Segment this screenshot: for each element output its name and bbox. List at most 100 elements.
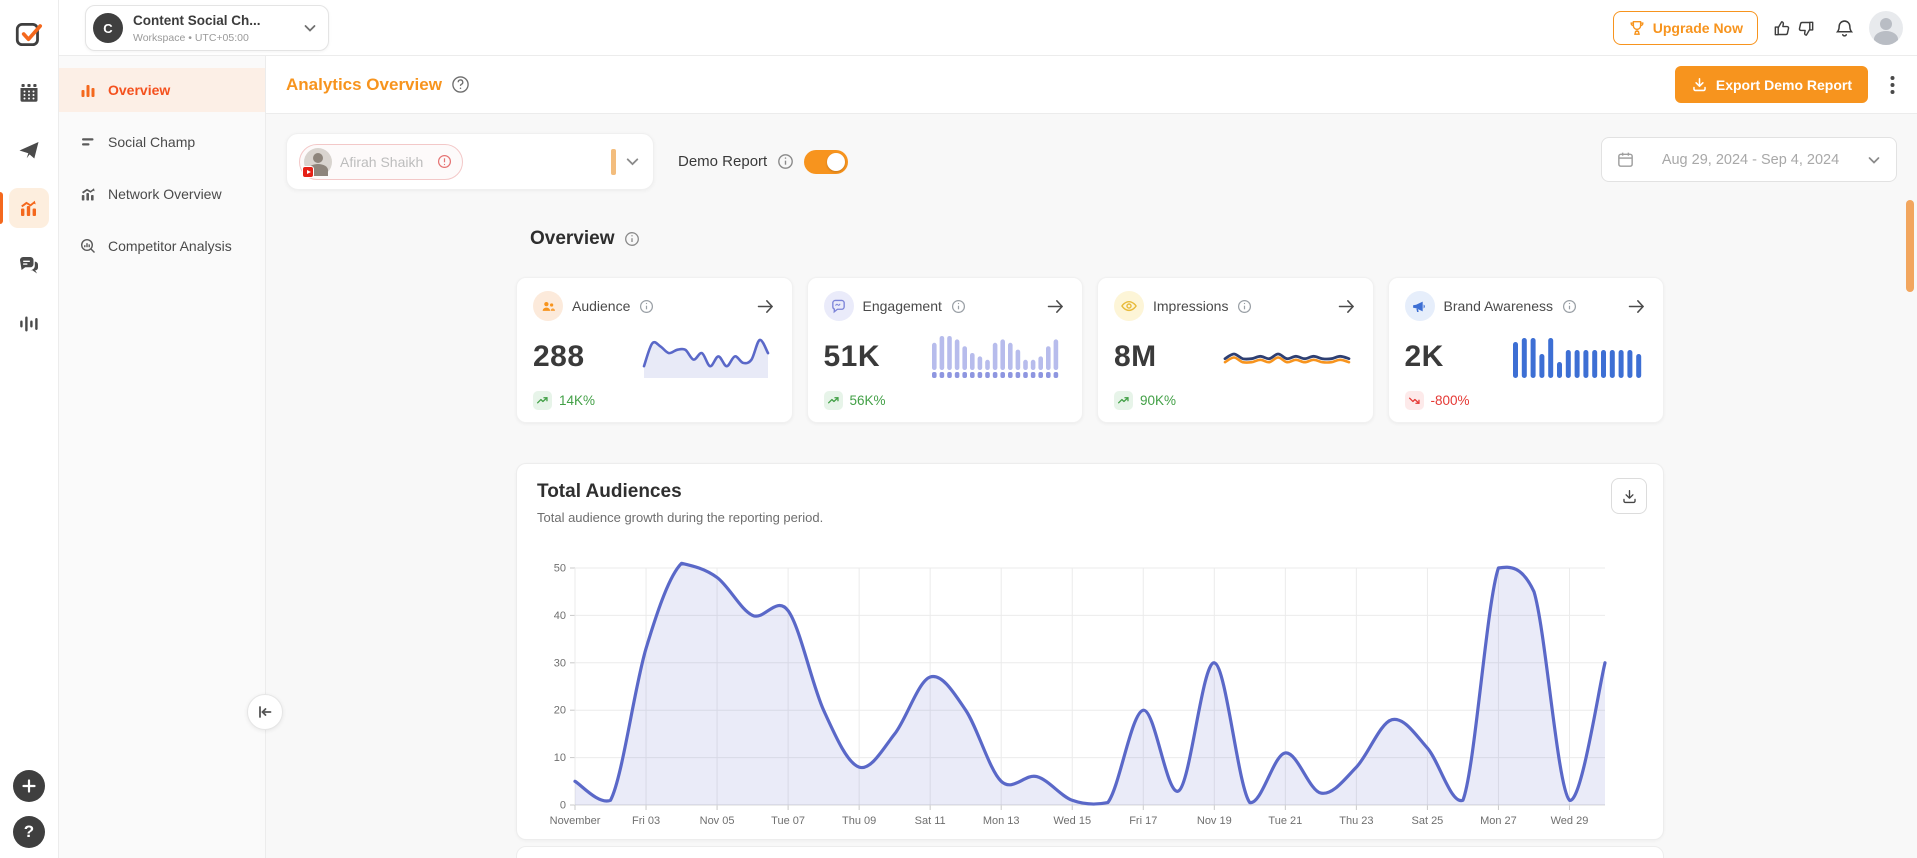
profile-selector[interactable]: Afirah Shaikh bbox=[286, 133, 654, 190]
overview-cards: Audience 288 14K% Engagement 51K 56K% Im… bbox=[516, 277, 1664, 423]
svg-text:Sat 11: Sat 11 bbox=[915, 815, 946, 827]
download-icon bbox=[1693, 77, 1706, 92]
sidebar-item-competitor-analysis[interactable]: Competitor Analysis bbox=[59, 224, 265, 268]
card-delta: 56K% bbox=[849, 393, 886, 408]
card-label: Engagement bbox=[862, 298, 942, 314]
overview-heading: Overview bbox=[530, 228, 640, 250]
calendar-icon bbox=[1616, 150, 1635, 169]
demo-report-toggle[interactable] bbox=[804, 149, 849, 174]
date-range-value: Aug 29, 2024 - Sep 4, 2024 bbox=[1661, 151, 1840, 168]
svg-text:30: 30 bbox=[554, 657, 566, 669]
calendar-icon[interactable] bbox=[9, 72, 49, 112]
overview-card-audience: Audience 288 14K% bbox=[516, 277, 793, 423]
info-icon[interactable] bbox=[639, 299, 654, 314]
topbar: C Content Social Ch... Workspace • UTC+0… bbox=[59, 0, 1917, 56]
chart-growth-icon bbox=[79, 185, 97, 203]
total-audiences-subtitle: Total audience growth during the reporti… bbox=[537, 510, 824, 525]
info-icon[interactable] bbox=[777, 153, 794, 170]
more-options-button[interactable] bbox=[1886, 71, 1899, 99]
arrow-right-icon[interactable] bbox=[755, 296, 776, 317]
publish-plane-icon[interactable] bbox=[9, 130, 49, 170]
add-button[interactable] bbox=[13, 770, 45, 802]
audience-sparkline bbox=[642, 338, 769, 378]
sidebar-item-social-champ[interactable]: Social Champ bbox=[59, 120, 265, 164]
inbox-chat-icon[interactable] bbox=[9, 246, 49, 286]
info-icon[interactable] bbox=[1562, 299, 1577, 314]
activity-icon[interactable] bbox=[9, 304, 49, 344]
svg-text:50: 50 bbox=[554, 563, 566, 575]
demo-report-label: Demo Report bbox=[678, 153, 768, 170]
export-demo-report-button[interactable]: Export Demo Report bbox=[1674, 66, 1868, 103]
arrow-right-icon[interactable] bbox=[1336, 296, 1357, 317]
info-icon[interactable] bbox=[1237, 299, 1252, 314]
sidebar-collapse-button[interactable] bbox=[247, 694, 283, 730]
bar-chart-icon bbox=[79, 81, 97, 99]
chart-download-button[interactable] bbox=[1611, 478, 1647, 514]
svg-text:40: 40 bbox=[554, 610, 566, 622]
people-icon bbox=[533, 291, 563, 321]
svg-text:Sat 25: Sat 25 bbox=[1412, 815, 1444, 827]
card-delta: 90K% bbox=[1140, 393, 1177, 408]
help-button[interactable]: ? bbox=[13, 816, 45, 848]
alert-icon bbox=[437, 154, 452, 169]
upgrade-now-button[interactable]: Upgrade Now bbox=[1612, 11, 1758, 45]
sidebar-item-label: Competitor Analysis bbox=[108, 238, 232, 254]
chevron-down-icon bbox=[624, 153, 641, 170]
arrow-right-icon[interactable] bbox=[1626, 296, 1647, 317]
svg-text:Wed 15: Wed 15 bbox=[1053, 815, 1091, 827]
arrow-right-icon[interactable] bbox=[1045, 296, 1066, 317]
svg-text:Wed 29: Wed 29 bbox=[1551, 815, 1589, 827]
download-icon bbox=[1622, 489, 1636, 503]
analytics-icon[interactable] bbox=[0, 188, 49, 228]
svg-text:Tue 07: Tue 07 bbox=[771, 815, 805, 827]
card-label: Brand Awareness bbox=[1443, 298, 1553, 314]
overview-card-engagement: Engagement 51K 56K% bbox=[806, 277, 1083, 423]
svg-text:0: 0 bbox=[560, 800, 566, 812]
date-range-picker[interactable]: Aug 29, 2024 - Sep 4, 2024 bbox=[1601, 137, 1897, 182]
info-icon[interactable] bbox=[624, 231, 640, 247]
icon-rail: ? bbox=[0, 0, 59, 858]
svg-text:Fri 17: Fri 17 bbox=[1129, 815, 1157, 827]
youtube-badge-icon bbox=[302, 165, 314, 178]
svg-text:Fri 03: Fri 03 bbox=[632, 815, 660, 827]
svg-text:Thu 09: Thu 09 bbox=[842, 815, 876, 827]
export-label: Export Demo Report bbox=[1715, 76, 1852, 93]
trend-down-icon bbox=[1404, 391, 1424, 410]
workspace-selector[interactable]: C Content Social Ch... Workspace • UTC+0… bbox=[85, 5, 329, 51]
total-audiences-card: Total Audiences Total audience growth du… bbox=[516, 463, 1664, 840]
eye-icon bbox=[1114, 291, 1144, 321]
app-logo bbox=[9, 14, 49, 54]
svg-text:November: November bbox=[550, 815, 601, 827]
total-audiences-title: Total Audiences bbox=[537, 481, 682, 502]
info-icon[interactable] bbox=[951, 299, 966, 314]
scrollbar-thumb[interactable] bbox=[1906, 200, 1914, 292]
feedback-buttons[interactable] bbox=[1772, 18, 1816, 39]
magnifier-chart-icon bbox=[79, 237, 97, 255]
total-audiences-chart: 0 10 20 30 40 50 November Fri 03 Nov 05 Tue 07 Thu… bbox=[527, 552, 1655, 834]
trend-up-icon bbox=[823, 391, 843, 410]
overview-title: Overview bbox=[530, 228, 615, 249]
sidebar-item-network-overview[interactable]: Network Overview bbox=[59, 172, 265, 216]
help-icon[interactable] bbox=[451, 75, 470, 94]
next-section-card bbox=[516, 846, 1664, 858]
trophy-icon bbox=[1630, 21, 1644, 35]
card-delta: 14K% bbox=[559, 393, 596, 408]
list-lines-icon bbox=[79, 133, 97, 151]
notifications-button[interactable] bbox=[1834, 18, 1855, 39]
sidebar-item-label: Social Champ bbox=[108, 134, 196, 150]
main-content: Analytics Overview Export Demo Report Af… bbox=[266, 56, 1917, 858]
card-delta: -800% bbox=[1430, 393, 1470, 408]
text-cursor bbox=[611, 148, 616, 175]
svg-text:10: 10 bbox=[554, 752, 566, 764]
page-title: Analytics Overview bbox=[286, 74, 442, 94]
card-label: Audience bbox=[572, 298, 631, 314]
chat-bubble-icon bbox=[823, 291, 854, 321]
user-avatar[interactable] bbox=[1869, 11, 1903, 45]
kebab-icon bbox=[1890, 75, 1895, 94]
workspace-name: Content Social Ch... bbox=[133, 13, 261, 28]
impressions-sparkline bbox=[1223, 352, 1350, 364]
overview-card-impressions: Impressions 8M 90K% bbox=[1097, 277, 1374, 423]
upgrade-label: Upgrade Now bbox=[1652, 20, 1743, 36]
sidebar-item-label: Network Overview bbox=[108, 186, 222, 202]
sidebar-item-overview[interactable]: Overview bbox=[59, 68, 265, 112]
